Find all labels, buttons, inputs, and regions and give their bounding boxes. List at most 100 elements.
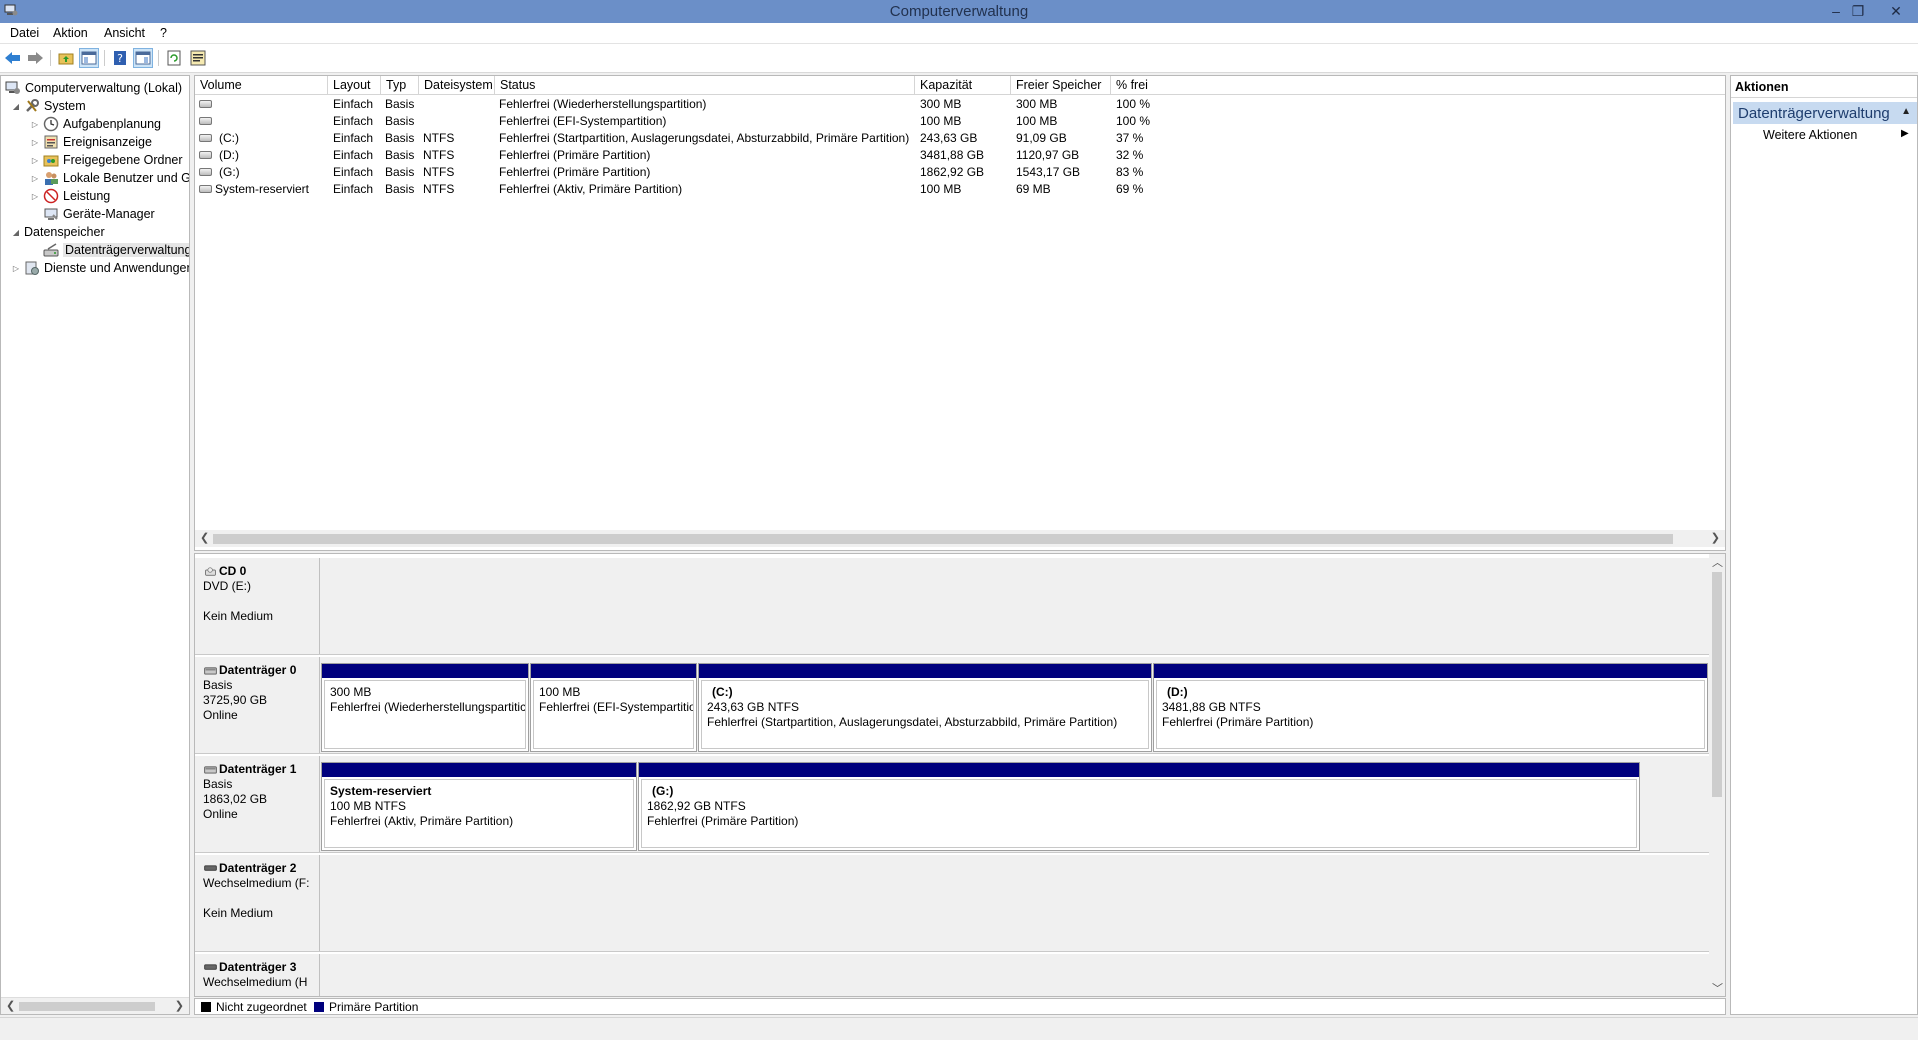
primary-partition-bar <box>531 664 696 678</box>
expand-icon[interactable]: ▷ <box>30 174 40 183</box>
scroll-right-icon[interactable]: ❯ <box>1711 531 1720 544</box>
tree-item-leistung[interactable]: ▷ Leistung <box>30 187 110 205</box>
close-button[interactable]: ✕ <box>1878 0 1914 22</box>
disk-type: Wechselmedium (F: <box>203 876 310 890</box>
tree-label: Datenträgerverwaltung <box>63 243 189 257</box>
disk-size <box>203 891 319 906</box>
column-header-prozent-frei[interactable]: % frei <box>1111 76 1725 95</box>
partition[interactable]: (D:) 3481,88 GB NTFS Fehlerfrei (Primäre… <box>1153 663 1708 752</box>
scrollbar-thumb[interactable] <box>1712 572 1722 797</box>
cell-typ: Basis <box>385 131 415 145</box>
legend-primary: Primäre Partition <box>329 1000 419 1014</box>
cell-freier-speicher: 300 MB <box>1016 97 1058 111</box>
tree-item-dienste[interactable]: ▷ Dienste und Anwendungen <box>11 259 189 277</box>
weitere-aktionen-menu[interactable]: Weitere Aktionen ▶ <box>1763 128 1909 142</box>
column-header-status[interactable]: Status <box>495 76 915 95</box>
tools-icon <box>26 99 39 112</box>
menu-datei[interactable]: Datei <box>10 26 39 40</box>
cell-dateisystem: NTFS <box>423 148 455 162</box>
cell-freier-speicher: 1543,17 GB <box>1016 165 1081 179</box>
disk-type: Wechselmedium (H <box>203 975 308 989</box>
expand-icon[interactable]: ▷ <box>30 138 40 147</box>
volume-list-horizontal-scrollbar[interactable]: ❮ ❯ <box>195 530 1725 547</box>
partition-status: Fehlerfrei (Primäre Partition) <box>1162 715 1314 729</box>
disk-info[interactable]: Datenträger 2 Wechselmedium (F: Kein Med… <box>195 855 320 951</box>
column-header-volume[interactable]: Volume <box>195 76 328 95</box>
scroll-down-icon[interactable]: ﹀ <box>1712 980 1723 996</box>
tree-item-geraete-manager[interactable]: Geräte-Manager <box>43 205 155 223</box>
scroll-up-icon[interactable]: ︿ <box>1712 554 1723 570</box>
console-tree-icon[interactable] <box>79 48 99 68</box>
partition[interactable]: 100 MB Fehlerfrei (EFI-Systempartitio <box>530 663 697 752</box>
disk-row-cd0[interactable]: CD 0 DVD (E:) Kein Medium <box>195 558 1710 655</box>
users-icon <box>45 172 58 185</box>
tree-item-datentraegerverwaltung[interactable]: Datenträgerverwaltung <box>43 241 189 259</box>
cell-prozent-frei: 37 % <box>1116 131 1144 145</box>
collapse-up-icon[interactable]: ▲ <box>1901 106 1911 117</box>
disk-row-1: Datenträger 1 Basis 1863,02 GB Online Sy… <box>195 756 1710 853</box>
disk-info[interactable]: CD 0 DVD (E:) Kein Medium <box>195 558 320 654</box>
column-header-layout[interactable]: Layout <box>328 76 381 95</box>
column-header-dateisystem[interactable]: Dateisystem <box>419 76 495 95</box>
tree-item-aufgabenplanung[interactable]: ▷ Aufgabenplanung <box>30 115 161 133</box>
expand-icon[interactable]: ▷ <box>11 264 21 273</box>
back-icon[interactable] <box>3 48 23 68</box>
disk-info[interactable]: Datenträger 1 Basis 1863,02 GB Online <box>195 756 320 852</box>
table-row[interactable]: Einfach Basis Fehlerfrei (Wiederherstell… <box>195 96 1725 113</box>
table-row[interactable]: (G:) Einfach Basis NTFS Fehlerfrei (Prim… <box>195 164 1725 181</box>
partition[interactable]: (C:) 243,63 GB NTFS Fehlerfrei (Startpar… <box>698 663 1152 752</box>
up-folder-icon[interactable] <box>56 48 76 68</box>
cell-typ: Basis <box>385 97 415 111</box>
disk-info[interactable]: Datenträger 0 Basis 3725,90 GB Online <box>195 657 320 753</box>
cell-status: Fehlerfrei (Startpartition, Auslagerungs… <box>499 131 910 145</box>
disk-row-3[interactable]: Datenträger 3 Wechselmedium (H <box>195 954 1710 996</box>
expand-icon[interactable]: ▷ <box>30 120 40 129</box>
properties-icon[interactable] <box>188 48 208 68</box>
table-row[interactable]: Einfach Basis Fehlerfrei (EFI-Systempart… <box>195 113 1725 130</box>
collapse-icon[interactable]: ◢ <box>11 102 21 111</box>
menu-help[interactable]: ? <box>160 26 167 40</box>
scroll-left-icon[interactable]: ❮ <box>200 531 209 544</box>
tree-item-lokale-benutzer[interactable]: ▷ Lokale Benutzer und Gr <box>30 169 190 187</box>
scroll-left-icon[interactable]: ❮ <box>6 999 15 1012</box>
tree-item-system[interactable]: ◢ System <box>11 97 86 115</box>
tree-item-root[interactable]: Computerverwaltung (Lokal) <box>5 79 182 97</box>
table-row[interactable]: System-reserviert Einfach Basis NTFS Feh… <box>195 181 1725 198</box>
forward-icon[interactable] <box>25 48 45 68</box>
partition[interactable]: 300 MB Fehlerfrei (Wiederherstellungspar… <box>321 663 529 752</box>
tree-item-freigegebene-ordner[interactable]: ▷ Freigegebene Ordner <box>30 151 183 169</box>
disk-info[interactable]: Datenträger 3 Wechselmedium (H <box>195 954 320 996</box>
actions-section-datentraegerverwaltung[interactable]: Datenträgerverwaltung ▲ <box>1733 102 1917 124</box>
expand-icon[interactable]: ▷ <box>30 156 40 165</box>
refresh-icon[interactable] <box>164 48 184 68</box>
restore-button[interactable]: ❐ <box>1840 0 1876 22</box>
column-header-freier-speicher[interactable]: Freier Speicher <box>1011 76 1111 95</box>
action-pane-icon[interactable] <box>133 48 153 68</box>
scrollbar-thumb[interactable] <box>213 534 1673 544</box>
tree-item-datenspeicher[interactable]: ◢ Datenspeicher <box>11 223 105 241</box>
tree-horizontal-scrollbar[interactable]: ❮ ❯ <box>1 997 189 1014</box>
expand-icon[interactable]: ▷ <box>30 192 40 201</box>
partition[interactable]: System-reserviert 100 MB NTFS Fehlerfrei… <box>321 762 637 851</box>
help-icon[interactable]: ? <box>110 48 130 68</box>
partition-name: (D:) <box>1167 685 1188 699</box>
tree-item-ereignisanzeige[interactable]: ▷ Ereignisanzeige <box>30 133 152 151</box>
scroll-right-icon[interactable]: ❯ <box>175 999 184 1012</box>
cell-typ: Basis <box>385 165 415 179</box>
column-header-kapazitaet[interactable]: Kapazität <box>915 76 1011 95</box>
disk-row-2[interactable]: Datenträger 2 Wechselmedium (F: Kein Med… <box>195 855 1710 952</box>
collapse-icon[interactable]: ◢ <box>11 228 21 237</box>
tree-label: Lokale Benutzer und Gr <box>63 171 190 185</box>
partition[interactable]: (G:) 1862,92 GB NTFS Fehlerfrei (Primäre… <box>638 762 1640 851</box>
table-row[interactable]: (C:) Einfach Basis NTFS Fehlerfrei (Star… <box>195 130 1725 147</box>
partition-status: Fehlerfrei (EFI-Systempartitio <box>539 700 694 714</box>
cell-kapazitaet: 3481,88 GB <box>920 148 985 162</box>
removable-disk-icon <box>204 865 217 871</box>
disk-type: DVD (E:) <box>203 579 251 593</box>
disk-view-vertical-scrollbar[interactable]: ︿ ﹀ <box>1709 554 1725 996</box>
menu-aktion[interactable]: Aktion <box>53 26 88 40</box>
menu-ansicht[interactable]: Ansicht <box>104 26 145 40</box>
column-header-typ[interactable]: Typ <box>381 76 419 95</box>
table-row[interactable]: (D:) Einfach Basis NTFS Fehlerfrei (Prim… <box>195 147 1725 164</box>
scrollbar-thumb[interactable] <box>19 1002 155 1011</box>
